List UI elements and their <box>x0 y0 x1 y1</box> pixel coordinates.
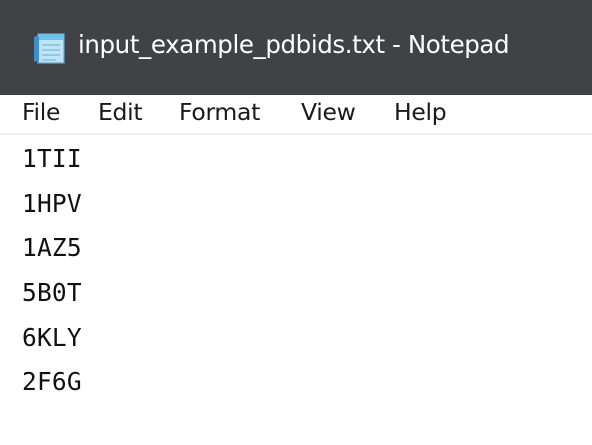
menu-item-file[interactable]: File <box>22 98 60 126</box>
text-line: 5B0T <box>22 278 82 307</box>
text-line: 1AZ5 <box>22 233 82 262</box>
menu-item-view[interactable]: View <box>301 98 356 126</box>
text-line: 1TII <box>22 144 82 173</box>
text-editor-area[interactable]: 1TII 1HPV 1AZ5 5B0T 6KLY 2F6G <box>0 137 592 445</box>
notepad-window: input_example_pdbids.txt - Notepad File … <box>0 0 592 445</box>
title-bar[interactable]: input_example_pdbids.txt - Notepad <box>0 0 592 95</box>
menu-item-format[interactable]: Format <box>179 98 260 126</box>
notepad-icon <box>34 33 65 64</box>
menu-item-help[interactable]: Help <box>394 98 447 126</box>
menu-item-edit[interactable]: Edit <box>98 98 143 126</box>
text-line: 2F6G <box>22 367 82 396</box>
text-line: 1HPV <box>22 189 82 218</box>
menu-bar: File Edit Format View Help <box>0 95 592 135</box>
window-title: input_example_pdbids.txt - Notepad <box>78 30 510 59</box>
text-line: 6KLY <box>22 323 82 352</box>
